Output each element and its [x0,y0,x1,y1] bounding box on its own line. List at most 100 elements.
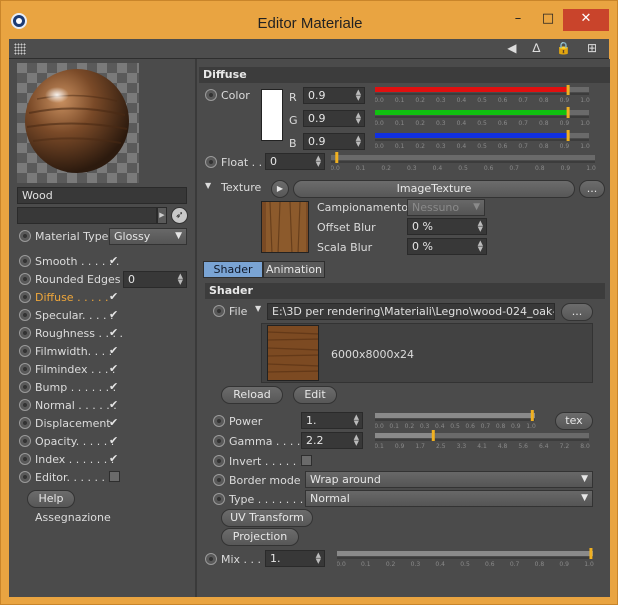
float-slider-bar-track[interactable] [331,155,595,160]
edit-button[interactable]: Edit [293,386,337,404]
channel-check-icon[interactable]: ✔ [109,291,121,303]
texture-name-button[interactable]: ImageTexture [293,180,575,198]
channel-radio[interactable] [19,327,31,339]
channel-radio[interactable] [19,435,31,447]
spinner-icon[interactable]: ▲ ▼ [356,112,361,125]
channel-label[interactable]: Bump . . . . . . . [35,381,116,394]
channel-radio[interactable] [19,345,31,357]
channel-check-icon[interactable]: ✔ [109,255,121,267]
channel-radio[interactable] [19,417,31,429]
spinner-icon[interactable]: ▲ ▼ [478,220,483,233]
channel-check-icon[interactable]: ✔ [109,345,121,357]
color-radio[interactable] [205,89,217,101]
projection-button[interactable]: Projection [221,528,299,546]
type-radio[interactable] [213,493,225,505]
b-slider-handle[interactable] [566,130,570,141]
mix-value-field[interactable]: 1. ▲ ▼ [265,550,325,567]
channel-label[interactable]: Specular. . . . . [35,309,114,322]
r-value-field[interactable]: 0.9 ▲ ▼ [303,87,365,104]
channel-label[interactable]: Rounded Edges [35,273,120,286]
invert-radio[interactable] [213,455,225,467]
gamma-slider[interactable]: 0.1 0.9 1.7 2.5 3.3 4.1 4.8 5.6 6.4 7.2 8.0 [375,429,595,451]
material-preview[interactable] [17,63,139,183]
sampling-select[interactable]: Nessuno ▼ [407,199,485,216]
color-swatch[interactable] [261,89,283,141]
spinner-icon[interactable]: ▲ ▼ [354,414,359,427]
spinner-icon[interactable]: ▲ ▼ [178,273,183,286]
channel-label[interactable]: Opacity. . . . . . [35,435,114,448]
maximize-button[interactable]: □ [536,9,560,31]
float-slider-bar[interactable]: 0.0 0.1 0.2 0.3 0.4 0.5 0.6 0.7 0.8 0.9 1.0 [331,152,596,172]
channel-label[interactable]: Diffuse . . . . . [35,291,109,304]
file-radio[interactable] [213,305,225,317]
b-slider[interactable]: 0.0 0.1 0.2 0.3 0.4 0.5 0.6 0.7 0.8 0.9 1.0 [375,130,590,150]
minimize-button[interactable]: – [506,9,530,31]
gamma-slider-bar-handle[interactable] [431,430,435,441]
channel-check-icon[interactable]: ✔ [109,417,121,429]
border-mode-select[interactable]: Wrap around ▼ [305,471,593,488]
channel-check-icon[interactable]: ✔ [109,363,121,375]
power-slider-bar-handle[interactable] [530,410,534,421]
tex-button[interactable]: tex [555,412,593,430]
mix-slider-bar-handle[interactable] [589,548,593,559]
channel-radio[interactable] [19,399,31,411]
rgb-sliders[interactable]: 0.0 0.1 0.2 0.3 0.4 0.5 0.6 0.7 0.8 0.9 1.0 0.0 0.1 0… [375,85,595,153]
texture-expand-icon[interactable]: ▼ [205,181,211,190]
channel-check-icon[interactable]: ✔ [109,399,121,411]
g-slider[interactable]: 0.0 0.1 0.2 0.3 0.4 0.5 0.6 0.7 0.8 0.9 1.0 [375,107,590,127]
channel-check-icon[interactable]: ✔ [109,309,121,321]
channel-label[interactable]: Filmwidth. . . . [35,345,112,358]
file-expand-icon[interactable]: ▼ [255,304,261,313]
channel-radio[interactable] [19,363,31,375]
tab-shader[interactable]: Shader [203,261,263,278]
r-slider-handle[interactable] [566,85,570,95]
reload-button[interactable]: Reload [221,386,283,404]
channel-radio[interactable] [19,273,31,285]
channel-check-icon[interactable]: ✔ [109,435,121,447]
texture-arrow-button[interactable]: ▶ [271,180,289,198]
mix-slider-bar[interactable]: 0.0 0.1 0.2 0.3 0.4 0.5 0.6 0.7 0.8 0.9 1.0 [337,548,594,568]
g-value-field[interactable]: 0.9 ▲ ▼ [303,110,365,127]
offset-blur-field[interactable]: 0 % ▲ ▼ [407,218,487,235]
gamma-radio[interactable] [213,435,225,447]
r-slider[interactable]: 0.0 0.1 0.2 0.3 0.4 0.5 0.6 0.7 0.8 0.9 1.0 [375,85,590,104]
file-path-field[interactable]: E:\3D per rendering\Materiali\Legno\wood… [267,303,555,320]
float-slider-bar-handle[interactable] [335,152,339,163]
channel-label[interactable]: Smooth . . . . . . [35,255,119,268]
gamma-value-field[interactable]: 2.2 ▲ ▼ [301,432,363,449]
scale-blur-field[interactable]: 0 % ▲ ▼ [407,238,487,255]
mix-slider[interactable]: 0.0 0.1 0.2 0.3 0.4 0.5 0.6 0.7 0.8 0.9 1.0 [337,547,599,569]
assignment-label[interactable]: Assegnazione [35,511,111,524]
field-arrow-icon[interactable]: ▶ [157,207,167,224]
spinner-icon[interactable]: ▲ ▼ [478,240,483,253]
type-select[interactable]: Normal ▼ [305,490,593,507]
g-slider-handle[interactable] [566,107,570,118]
material-extra-field[interactable] [17,207,157,224]
channel-radio[interactable] [19,471,31,483]
power-slider-bar[interactable]: 0.0 0.1 0.2 0.3 0.4 0.5 0.6 0.7 0.8 0.9 1.0 [375,410,536,430]
channel-check-icon[interactable]: ✔ [109,453,121,465]
channel-check-icon[interactable]: ✔ [109,327,121,339]
pick-cursor-icon[interactable]: ➶ [171,207,188,224]
grid-handle-icon[interactable] [14,43,26,55]
close-button[interactable]: ✕ [563,9,609,31]
channel-check-icon[interactable]: ✔ [109,381,121,393]
material-name-field[interactable]: Wood [17,187,187,204]
spinner-icon[interactable]: ▲ ▼ [356,89,361,102]
channel-checkbox[interactable] [109,471,120,482]
channel-radio[interactable] [19,381,31,393]
channel-label[interactable]: Normal . . . . . . [35,399,117,412]
spinner-icon[interactable]: ▲ ▼ [316,155,321,168]
file-more-button[interactable]: ... [561,303,593,321]
tab-animation[interactable]: Animation [263,261,325,278]
channel-label[interactable]: Editor. . . . . . . [35,471,112,484]
power-value-field[interactable]: 1. ▲ ▼ [301,412,363,429]
help-button[interactable]: Help [27,490,75,508]
spinner-icon[interactable]: ▲ ▼ [354,434,359,447]
toolbar-icons[interactable]: ◀ ∆ 🔒 ⊞ [507,41,603,55]
channel-radio[interactable] [19,309,31,321]
b-value-field[interactable]: 0.9 ▲ ▼ [303,133,365,150]
material-type-radio[interactable] [19,230,31,242]
channel-label[interactable]: Filmindex . . . . [35,363,115,376]
float-slider[interactable]: 0.0 0.1 0.2 0.3 0.4 0.5 0.6 0.7 0.8 0.9 1.0 [331,151,601,173]
